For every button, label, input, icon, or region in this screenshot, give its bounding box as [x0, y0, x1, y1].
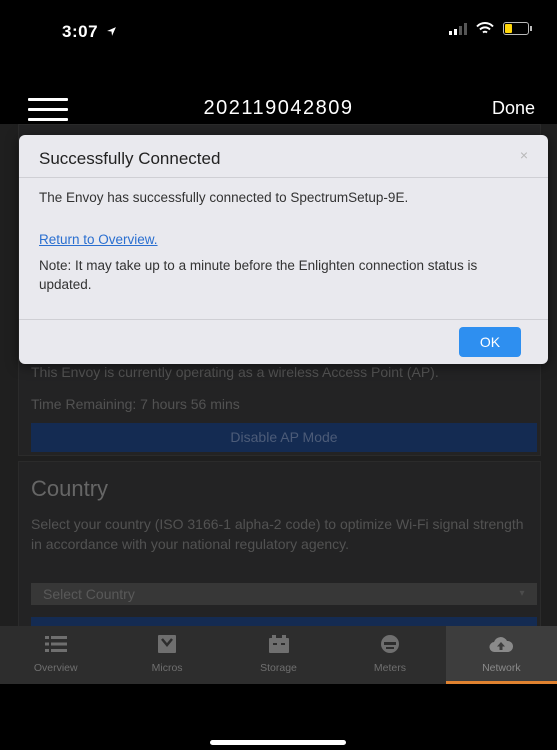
tab-label: Overview — [33, 662, 78, 674]
close-icon[interactable]: × — [520, 147, 528, 163]
modal-message: The Envoy has successfully connected to … — [39, 190, 409, 205]
modal-title: Successfully Connected — [39, 149, 221, 168]
modal-note: Note: It may take up to a minute before … — [39, 258, 478, 292]
tab-label: Micros — [151, 662, 183, 674]
modal-footer-divider — [19, 319, 548, 320]
tab-label: Storage — [260, 662, 297, 674]
home-indicator[interactable] — [210, 740, 346, 745]
wifi-icon — [476, 22, 494, 34]
status-bar: 3:07 — [0, 0, 557, 60]
tab-overview[interactable]: Overview — [0, 626, 111, 684]
return-to-overview-link[interactable]: Return to Overview. — [39, 232, 158, 247]
success-modal: Successfully Connected × The Envoy has s… — [19, 135, 548, 364]
cellular-signal-icon — [449, 22, 467, 35]
bottom-tab-bar: Overview Micros Storage Meters Network — [0, 626, 557, 684]
tab-micros[interactable]: Micros — [111, 626, 222, 684]
tab-meters[interactable]: Meters — [334, 626, 445, 684]
location-arrow-icon — [107, 27, 117, 36]
meter-icon — [380, 635, 399, 653]
page-title: 202119042809 — [203, 97, 354, 119]
tab-label: Network — [482, 662, 521, 674]
done-button[interactable]: Done — [492, 98, 535, 119]
clock: 3:07 — [62, 22, 117, 42]
battery-icon — [503, 22, 532, 35]
status-icons — [449, 22, 532, 35]
ok-button[interactable]: OK — [459, 327, 521, 357]
modal-divider — [19, 177, 548, 178]
tab-network[interactable]: Network — [445, 626, 557, 684]
microinverter-icon — [158, 635, 177, 653]
list-icon — [44, 636, 67, 652]
battery-storage-icon — [268, 635, 289, 653]
clock-time: 3:07 — [62, 22, 99, 41]
cloud-upload-icon — [489, 637, 514, 653]
tab-storage[interactable]: Storage — [223, 626, 334, 684]
tab-label: Meters — [373, 662, 406, 674]
